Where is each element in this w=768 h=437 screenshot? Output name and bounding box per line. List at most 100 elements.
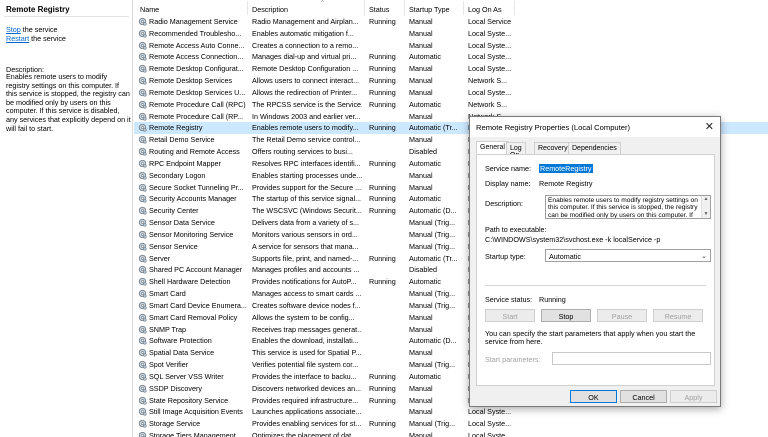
service-logon-cell: Local Syste...	[468, 419, 512, 429]
table-row[interactable]: Storage Tiers Management Optimizes the pl…	[134, 430, 768, 437]
service-name-cell: Remote Desktop Configurat...	[149, 64, 244, 74]
service-description-cell: Enables the download, installati...	[252, 336, 359, 346]
stop-line: Stop the service	[6, 25, 58, 34]
column-separator[interactable]	[514, 1, 515, 15]
service-name-value[interactable]: RemoteRegistry	[539, 164, 593, 173]
table-row[interactable]: Remote Access Auto Conne... Creates a con…	[134, 40, 768, 52]
path-value: C:\WINDOWS\system32\svchost.exe -k local…	[485, 235, 661, 244]
description-box-text: Enables remote users to modify registry …	[548, 197, 698, 219]
close-icon[interactable]: ✕	[705, 120, 714, 133]
service-startup-cell: Manual	[409, 312, 433, 322]
service-startup-cell: Manual	[409, 28, 433, 38]
resume-button[interactable]: Resume	[653, 309, 703, 322]
restart-link-suffix: the service	[29, 34, 66, 43]
column-startup-type[interactable]: Startup Type	[409, 5, 450, 14]
column-separator[interactable]	[404, 1, 405, 15]
divider	[485, 285, 706, 286]
service-status-cell: Running	[369, 87, 396, 97]
service-gear-icon	[138, 230, 147, 239]
startup-type-select[interactable]: Automatic ⌄	[545, 249, 711, 262]
service-name-cell: Remote Access Connection...	[149, 52, 244, 62]
service-name-cell: Secondary Logon	[149, 170, 206, 180]
service-description-cell: Discovers networked devices an...	[252, 383, 362, 393]
service-startup-cell: Manual	[409, 182, 433, 192]
service-startup-cell: Automatic	[409, 277, 441, 287]
tab-log-on[interactable]: Log On	[506, 142, 526, 159]
service-startup-cell: Automatic (Tr...	[409, 123, 458, 133]
service-gear-icon	[138, 360, 147, 369]
divider	[4, 16, 129, 17]
dialog-title: Remote Registry Properties (Local Comput…	[476, 123, 631, 132]
tab-recovery[interactable]: Recovery	[534, 142, 572, 154]
service-name-cell: Smart Card Removal Policy	[149, 312, 238, 322]
table-row[interactable]: Storage Service Provides enabling service…	[134, 418, 768, 430]
service-gear-icon	[138, 301, 147, 310]
column-separator[interactable]	[247, 1, 248, 15]
service-description-cell: The RPCSS service is the Service...	[252, 99, 362, 109]
service-description-cell: Allows the redirection of Printer...	[252, 87, 358, 97]
table-row[interactable]: Recommended Troublesho... Enables automat…	[134, 28, 768, 40]
service-startup-cell: Manual (Trig...	[409, 419, 456, 429]
service-name-cell: SNMP Trap	[149, 324, 187, 334]
service-startup-cell: Manual	[409, 383, 433, 393]
service-description-cell: Verifies potential file system cor...	[252, 360, 359, 370]
tab-dependencies[interactable]: Dependencies	[568, 142, 621, 154]
description-box[interactable]: Enables remote users to modify registry …	[545, 195, 711, 219]
service-name-cell: Sensor Monitoring Service	[149, 229, 234, 239]
service-gear-icon	[138, 277, 147, 286]
service-name-cell: Storage Tiers Management	[149, 430, 236, 437]
service-description-cell: Provides enabling services for st...	[252, 419, 362, 429]
table-row[interactable]: Remote Desktop Services Allows users to c…	[134, 75, 768, 87]
start-button[interactable]: Start	[485, 309, 535, 322]
service-description-cell: Allows the system to be config...	[252, 312, 355, 322]
column-name[interactable]: Name	[140, 5, 159, 14]
column-separator[interactable]	[463, 1, 464, 15]
stop-link[interactable]: Stop	[6, 25, 21, 34]
service-startup-cell: Manual	[409, 430, 433, 437]
pause-button[interactable]: Pause	[597, 309, 647, 322]
service-name-cell: Recommended Troublesho...	[149, 28, 242, 38]
service-gear-icon	[138, 123, 147, 133]
dialog-titlebar[interactable]: Remote Registry Properties (Local Comput…	[470, 117, 720, 137]
service-description-cell: This service is used for Spatial P...	[252, 348, 362, 358]
apply-button[interactable]: Apply	[670, 390, 717, 403]
column-description[interactable]: Description	[252, 5, 288, 14]
service-gear-icon	[138, 336, 147, 345]
service-gear-icon	[138, 372, 147, 381]
column-separator[interactable]	[364, 1, 365, 15]
service-gear-icon	[138, 147, 147, 156]
service-gear-icon	[138, 289, 147, 298]
service-name-cell: Remote Access Auto Conne...	[149, 40, 245, 50]
start-params-input[interactable]	[552, 352, 711, 365]
description-scrollbar[interactable]: ▲ ▼	[701, 196, 710, 218]
service-name-cell: Security Center	[149, 206, 199, 216]
service-gear-icon	[138, 17, 147, 26]
column-log-on-as[interactable]: Log On As	[468, 5, 502, 14]
service-startup-cell: Automatic	[409, 52, 441, 62]
table-row[interactable]: Still Image Acquisition Events Launches a…	[134, 406, 768, 418]
service-gear-icon	[138, 76, 147, 85]
service-startup-cell: Manual	[409, 111, 433, 121]
service-logon-cell: Local Syste...	[468, 52, 512, 62]
restart-link[interactable]: Restart	[6, 34, 29, 43]
service-startup-cell: Manual (Trig...	[409, 360, 456, 370]
service-startup-cell: Automatic	[409, 194, 441, 204]
service-description-cell: Launches applications associate...	[252, 407, 362, 417]
ok-button[interactable]: OK	[570, 390, 617, 403]
tab-general[interactable]: General	[476, 141, 509, 155]
service-description-cell: Offers routing services to busi...	[252, 147, 353, 157]
service-name-cell: Sensor Service	[149, 241, 198, 251]
table-row[interactable]: Remote Desktop Services U... Allows the r…	[134, 87, 768, 99]
cancel-button[interactable]: Cancel	[620, 390, 667, 403]
stop-button[interactable]: Stop	[541, 309, 591, 322]
table-row[interactable]: Remote Access Connection... Manages dial-…	[134, 51, 768, 63]
startup-type-value: Automatic	[549, 252, 581, 261]
service-gear-icon	[138, 206, 147, 215]
service-logon-cell: Local Syste...	[468, 64, 512, 74]
table-row[interactable]: Remote Procedure Call (RPC) The RPCSS ser…	[134, 99, 768, 111]
table-row[interactable]: Remote Desktop Configurat... Remote Deskt…	[134, 63, 768, 75]
service-name-cell: Shared PC Account Manager	[149, 265, 243, 275]
column-status[interactable]: Status	[369, 5, 389, 14]
service-logon-cell: Local Syste...	[468, 407, 512, 417]
table-row[interactable]: Radio Management Service Radio Management…	[134, 16, 768, 28]
